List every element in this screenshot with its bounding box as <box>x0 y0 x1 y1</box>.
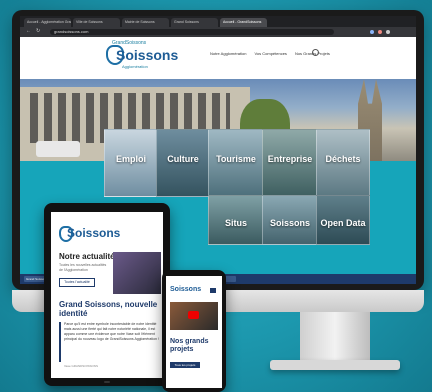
phone-device: Soissons Nos grands projets Tous les pro… <box>162 270 226 392</box>
search-icon[interactable] <box>312 49 319 56</box>
tile-label: Soissons <box>269 218 310 228</box>
tile-label: Open Data <box>320 218 366 228</box>
site-logo[interactable]: GrandSoissons Soissons Agglomération <box>100 40 178 72</box>
tile-entreprise[interactable]: Entreprise <box>262 129 318 197</box>
logo-word[interactable]: Soissons <box>170 286 201 293</box>
article-title[interactable]: Grand Soissons, nouvelle identité <box>59 300 159 318</box>
tablet-screen: Soissons Notre actualités Toutes les nou… <box>51 212 163 378</box>
nav-item[interactable]: Notre Agglomération <box>210 51 246 56</box>
phone-screen: Soissons Nos grands projets Tous les pro… <box>166 276 222 388</box>
profile-icon[interactable] <box>386 30 390 34</box>
monitor-stand <box>300 312 370 362</box>
browser-tab-active[interactable]: Accueil - GrandSoissons <box>220 18 267 27</box>
menu-icon[interactable] <box>210 288 216 293</box>
tablet-home-button[interactable] <box>104 381 110 383</box>
tile-culture[interactable]: Culture <box>156 129 210 197</box>
play-icon[interactable] <box>188 311 199 319</box>
news-subtitle: Toutes les nouvelles actualités de l'Agg… <box>59 263 107 272</box>
tile-situs[interactable]: Situs <box>208 195 264 245</box>
browser-address-bar: ← ↻ grandsoissons.com <box>20 27 416 37</box>
extension-icon[interactable] <box>378 30 382 34</box>
back-icon[interactable]: ← <box>26 29 31 34</box>
nav-item[interactable]: Vos Compétences <box>254 51 286 56</box>
projects-button[interactable]: Tous les projets <box>170 362 200 368</box>
browser-tab[interactable]: Grand Soissons <box>171 18 218 27</box>
news-image <box>113 252 161 294</box>
browser-tab[interactable]: Ville de Soissons <box>73 18 120 27</box>
tile-soissons[interactable]: Soissons <box>262 195 318 245</box>
tile-label: Déchets <box>325 154 361 164</box>
reload-icon[interactable]: ↻ <box>36 29 41 34</box>
tile-label: Emploi <box>115 154 146 164</box>
project-video[interactable] <box>170 302 218 330</box>
news-title: Notre actualités <box>59 252 120 261</box>
projects-title: Nos grands projets <box>170 338 209 353</box>
tile-label: Culture <box>167 154 199 164</box>
logo-word: Soissons <box>116 47 179 63</box>
tablet-device: Soissons Notre actualités Toutes les nou… <box>44 203 170 386</box>
logo-word[interactable]: Soissons <box>67 226 120 240</box>
browser-toolbar-icons <box>370 30 400 34</box>
tile-label: Entreprise <box>267 154 313 164</box>
browser-tab-bar: Accueil - Agglomération Grand Soissons V… <box>20 16 416 27</box>
article-footer: Vase GRANDSOISSONS <box>64 364 98 368</box>
tile-emploi[interactable]: Emploi <box>104 129 158 197</box>
van-shape <box>36 141 80 157</box>
monitor-foot <box>270 360 400 370</box>
tile-label: Tourisme <box>216 154 256 164</box>
browser-tab[interactable]: Accueil - Agglomération Grand Soissons <box>24 18 71 27</box>
article-body: Parce qu'il est entre symbole incontesta… <box>64 322 159 341</box>
site-header: GrandSoissons Soissons Agglomération Not… <box>20 37 416 79</box>
browser-tab[interactable]: Mairie de Soissons <box>122 18 169 27</box>
logo-tagline: Agglomération <box>122 64 148 69</box>
tile-label: Situs <box>224 218 247 228</box>
tile-dechets[interactable]: Déchets <box>316 129 370 197</box>
url-input[interactable]: grandsoissons.com <box>50 29 334 35</box>
tile-tourisme[interactable]: Tourisme <box>208 129 264 197</box>
tile-open-data[interactable]: Open Data <box>316 195 370 245</box>
news-button[interactable]: Toutes l'actualité <box>59 278 95 287</box>
extension-icon[interactable] <box>370 30 374 34</box>
